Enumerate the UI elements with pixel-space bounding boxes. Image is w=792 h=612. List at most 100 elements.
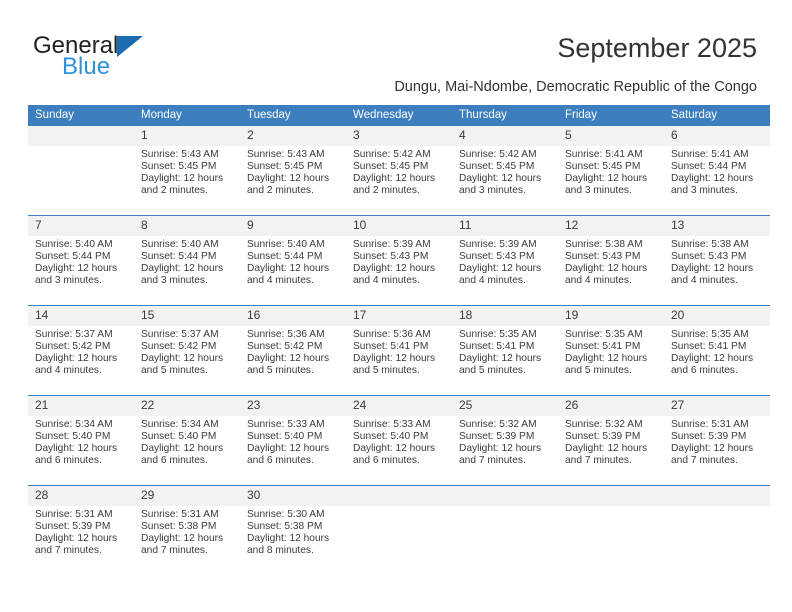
day-info-line: Sunset: 5:40 PM — [141, 431, 217, 443]
day-sun-info — [346, 506, 452, 509]
calendar-day-cell[interactable]: 18 Sunrise: 5:35 AM Sunset: 5:41 PM Dayligh… — [452, 305, 558, 396]
day-info-line: Sunset: 5:44 PM — [247, 251, 323, 263]
logo-text-blue: Blue — [62, 53, 111, 80]
calendar-day-cell[interactable]: 17 Sunrise: 5:36 AM Sunset: 5:41 PM Dayligh… — [346, 305, 452, 396]
calendar-day-cell[interactable]: 13 Sunrise: 5:38 AM Sunset: 5:43 PM Dayligh… — [664, 215, 770, 306]
day-info-line: Sunset: 5:41 PM — [565, 341, 641, 353]
day-info-line: Sunrise: 5:34 AM — [35, 419, 113, 430]
day-number: 11 — [452, 216, 558, 236]
calendar-day-cell[interactable]: 24 Sunrise: 5:33 AM Sunset: 5:40 PM Dayligh… — [346, 395, 452, 486]
day-number: 19 — [558, 306, 664, 326]
calendar-day-cell[interactable]: 15 Sunrise: 5:37 AM Sunset: 5:42 PM Dayligh… — [134, 305, 240, 396]
day-info-line: and 2 minutes. — [141, 185, 208, 197]
calendar-day-cell[interactable]: 29 Sunrise: 5:31 AM Sunset: 5:38 PM Dayligh… — [134, 485, 240, 575]
day-info-line: and 6 minutes. — [141, 455, 208, 467]
day-sun-info: Sunrise: 5:38 AM Sunset: 5:43 PM Daylight:… — [558, 236, 664, 288]
day-info-line: Sunrise: 5:31 AM — [35, 509, 113, 520]
day-info-line: and 2 minutes. — [353, 185, 420, 197]
calendar-day-cell[interactable]: 5 Sunrise: 5:41 AM Sunset: 5:45 PM Daylight… — [558, 126, 664, 216]
calendar-day-cell[interactable]: 3 Sunrise: 5:42 AM Sunset: 5:45 PM Daylight… — [346, 126, 452, 216]
calendar-day-cell[interactable]: 2 Sunrise: 5:43 AM Sunset: 5:45 PM Daylight… — [240, 126, 346, 216]
day-info-line: Daylight: 12 hours — [353, 443, 436, 455]
day-info-line: and 4 minutes. — [459, 275, 526, 287]
day-info-line: Sunset: 5:39 PM — [565, 431, 641, 443]
calendar-day-cell[interactable]: 6 Sunrise: 5:41 AM Sunset: 5:44 PM Daylight… — [664, 126, 770, 216]
day-info-line: and 6 minutes. — [35, 455, 102, 467]
general-blue-logo: General Blue — [33, 33, 263, 88]
calendar-day-cell[interactable]: 30 Sunrise: 5:30 AM Sunset: 5:38 PM Dayligh… — [240, 485, 346, 575]
calendar-day-cell[interactable]: 23 Sunrise: 5:33 AM Sunset: 5:40 PM Dayligh… — [240, 395, 346, 486]
calendar-day-cell[interactable]: 20 Sunrise: 5:35 AM Sunset: 5:41 PM Dayligh… — [664, 305, 770, 396]
calendar-day-cell[interactable]: 9 Sunrise: 5:40 AM Sunset: 5:44 PM Daylight… — [240, 215, 346, 306]
calendar-day-cell[interactable]: 27 Sunrise: 5:31 AM Sunset: 5:39 PM Dayligh… — [664, 395, 770, 486]
weekday-header-tuesday: Tuesday — [240, 105, 346, 126]
day-info-line: Sunrise: 5:32 AM — [565, 419, 643, 430]
day-info-line: Sunrise: 5:31 AM — [141, 509, 219, 520]
calendar-day-cell[interactable]: 10 Sunrise: 5:39 AM Sunset: 5:43 PM Dayligh… — [346, 215, 452, 306]
day-number: 24 — [346, 396, 452, 416]
calendar-day-cell[interactable]: 11 Sunrise: 5:39 AM Sunset: 5:43 PM Dayligh… — [452, 215, 558, 306]
day-info-line: Sunrise: 5:34 AM — [141, 419, 219, 430]
day-sun-info: Sunrise: 5:39 AM Sunset: 5:43 PM Daylight:… — [346, 236, 452, 288]
day-info-line: and 6 minutes. — [671, 365, 738, 377]
day-info-line: Daylight: 12 hours — [671, 353, 754, 365]
day-sun-info: Sunrise: 5:33 AM Sunset: 5:40 PM Daylight:… — [240, 416, 346, 468]
day-info-line: Sunset: 5:39 PM — [459, 431, 535, 443]
day-info-line: Sunset: 5:45 PM — [141, 161, 217, 173]
calendar-day-cell[interactable]: 16 Sunrise: 5:36 AM Sunset: 5:42 PM Dayligh… — [240, 305, 346, 396]
day-info-line: and 3 minutes. — [671, 185, 738, 197]
calendar-cell-empty — [664, 485, 770, 575]
day-info-line: Daylight: 12 hours — [565, 263, 648, 275]
day-sun-info: Sunrise: 5:35 AM Sunset: 5:41 PM Daylight:… — [452, 326, 558, 378]
calendar-day-cell[interactable]: 4 Sunrise: 5:42 AM Sunset: 5:45 PM Daylight… — [452, 126, 558, 216]
day-sun-info: Sunrise: 5:35 AM Sunset: 5:41 PM Daylight:… — [664, 326, 770, 378]
day-info-line: and 7 minutes. — [459, 455, 526, 467]
day-number — [558, 486, 664, 506]
calendar-day-cell[interactable]: 12 Sunrise: 5:38 AM Sunset: 5:43 PM Dayligh… — [558, 215, 664, 306]
day-sun-info: Sunrise: 5:34 AM Sunset: 5:40 PM Daylight:… — [28, 416, 134, 468]
day-info-line: and 5 minutes. — [247, 365, 314, 377]
calendar-day-cell[interactable]: 7 Sunrise: 5:40 AM Sunset: 5:44 PM Daylight… — [28, 215, 134, 306]
day-info-line: Sunrise: 5:42 AM — [353, 149, 431, 160]
day-sun-info: Sunrise: 5:31 AM Sunset: 5:39 PM Daylight:… — [28, 506, 134, 558]
day-info-line: Sunrise: 5:36 AM — [353, 329, 431, 340]
day-info-line: and 7 minutes. — [141, 545, 208, 557]
calendar-day-cell[interactable]: 26 Sunrise: 5:32 AM Sunset: 5:39 PM Dayligh… — [558, 395, 664, 486]
weekday-header-wednesday: Wednesday — [346, 105, 452, 126]
day-sun-info: Sunrise: 5:43 AM Sunset: 5:45 PM Daylight:… — [240, 146, 346, 198]
day-number — [28, 126, 134, 146]
day-info-line: Sunrise: 5:31 AM — [671, 419, 749, 430]
day-info-line: Sunset: 5:41 PM — [459, 341, 535, 353]
day-info-line: Daylight: 12 hours — [141, 443, 224, 455]
calendar-day-cell[interactable]: 1 Sunrise: 5:43 AM Sunset: 5:45 PM Daylight… — [134, 126, 240, 216]
day-info-line: Sunrise: 5:43 AM — [141, 149, 219, 160]
day-info-line: Sunrise: 5:33 AM — [247, 419, 325, 430]
day-number: 1 — [134, 126, 240, 146]
calendar-day-cell[interactable]: 21 Sunrise: 5:34 AM Sunset: 5:40 PM Dayligh… — [28, 395, 134, 486]
day-info-line: Sunset: 5:42 PM — [141, 341, 217, 353]
calendar-day-cell[interactable]: 8 Sunrise: 5:40 AM Sunset: 5:44 PM Daylight… — [134, 215, 240, 306]
day-info-line: and 4 minutes. — [35, 365, 102, 377]
calendar-day-cell[interactable]: 22 Sunrise: 5:34 AM Sunset: 5:40 PM Dayligh… — [134, 395, 240, 486]
calendar-day-cell[interactable]: 28 Sunrise: 5:31 AM Sunset: 5:39 PM Dayligh… — [28, 485, 134, 575]
calendar-day-cell[interactable]: 19 Sunrise: 5:35 AM Sunset: 5:41 PM Dayligh… — [558, 305, 664, 396]
calendar-day-cell[interactable]: 14 Sunrise: 5:37 AM Sunset: 5:42 PM Dayligh… — [28, 305, 134, 396]
day-info-line: Daylight: 12 hours — [247, 263, 330, 275]
day-sun-info: Sunrise: 5:40 AM Sunset: 5:44 PM Daylight:… — [240, 236, 346, 288]
day-info-line: Daylight: 12 hours — [141, 263, 224, 275]
day-info-line: Sunset: 5:40 PM — [35, 431, 111, 443]
day-sun-info: Sunrise: 5:39 AM Sunset: 5:43 PM Daylight:… — [452, 236, 558, 288]
day-info-line: Daylight: 12 hours — [247, 533, 330, 545]
day-number: 23 — [240, 396, 346, 416]
day-info-line: and 4 minutes. — [353, 275, 420, 287]
page-title: September 2025 — [557, 33, 757, 63]
day-info-line: Daylight: 12 hours — [459, 263, 542, 275]
calendar-day-cell[interactable]: 25 Sunrise: 5:32 AM Sunset: 5:39 PM Dayligh… — [452, 395, 558, 486]
day-info-line: and 8 minutes. — [247, 545, 314, 557]
day-number: 29 — [134, 486, 240, 506]
day-info-line: Sunset: 5:42 PM — [247, 341, 323, 353]
day-info-line: Daylight: 12 hours — [247, 353, 330, 365]
day-info-line: Sunrise: 5:37 AM — [35, 329, 113, 340]
day-sun-info: Sunrise: 5:33 AM Sunset: 5:40 PM Daylight:… — [346, 416, 452, 468]
day-sun-info: Sunrise: 5:42 AM Sunset: 5:45 PM Daylight:… — [346, 146, 452, 198]
